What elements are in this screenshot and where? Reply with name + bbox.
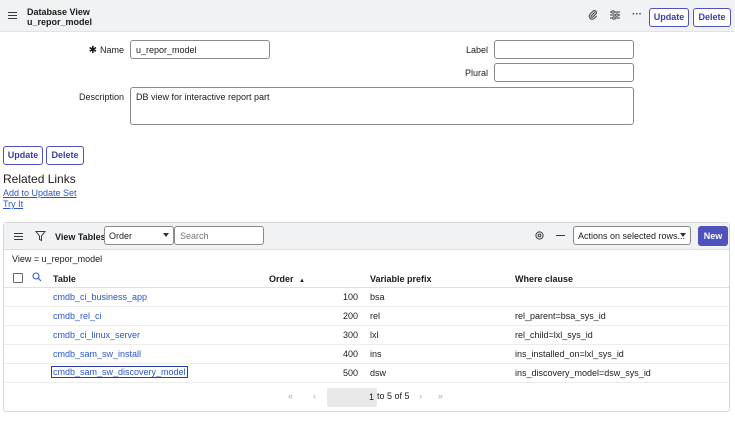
filter-icon[interactable] (34, 230, 47, 242)
order-cell: 500 (342, 368, 358, 378)
header-update-button[interactable]: Update (649, 8, 689, 27)
page-number-input[interactable]: 1 (327, 388, 377, 407)
prefix-cell: bsa (370, 292, 385, 302)
form-title: Database View (27, 7, 90, 17)
paperclip-icon[interactable] (586, 9, 600, 23)
sort-ascending-icon: ▲ (299, 278, 305, 284)
required-asterisk-icon: ✱ (88, 45, 97, 56)
table-link[interactable]: cmdb_ci_linux_server (53, 330, 140, 340)
prefix-cell: rel (370, 311, 381, 321)
order-cell: 200 (342, 311, 358, 321)
form-subtitle: u_repor_model (27, 17, 93, 27)
search-icon[interactable] (32, 272, 42, 282)
table-row: cmdb_rel_ci 200 rel rel_parent=bsa_sys_i… (4, 307, 729, 326)
where-cell: ins_discovery_model=dsw_sys_id (515, 368, 651, 378)
actions-select[interactable]: Actions on selected rows... (573, 226, 691, 245)
column-header-order[interactable]: Order ▲ (269, 274, 305, 284)
form-header: Database View u_repor_model ··· Update D… (0, 0, 735, 32)
prev-page-icon[interactable]: ‹ (313, 391, 316, 401)
prefix-cell: dsw (370, 368, 387, 378)
prefix-cell: lxl (370, 330, 379, 340)
prefix-cell: ins (370, 349, 382, 359)
search-field-value: Order (109, 231, 133, 241)
name-label: ✱ Name (88, 45, 124, 56)
table-link[interactable]: cmdb_sam_sw_discovery_model (51, 366, 188, 378)
header-delete-button[interactable]: Delete (693, 8, 731, 27)
list-toolbar: View Tables Order Actions on selected ro… (4, 223, 729, 250)
column-header-variable-prefix[interactable]: Variable prefix (370, 274, 432, 284)
where-cell: rel_child=lxl_sys_id (515, 330, 593, 340)
select-all-checkbox[interactable] (13, 273, 23, 283)
breadcrumb[interactable]: View = u_repor_model (12, 254, 102, 264)
gear-icon[interactable] (534, 230, 545, 241)
search-field-select[interactable]: Order (104, 226, 174, 245)
minimize-icon[interactable] (556, 235, 565, 237)
table-row: cmdb_sam_sw_discovery_model 500 dsw ins_… (4, 364, 729, 383)
label-field[interactable] (494, 40, 634, 59)
column-header-where-clause[interactable]: Where clause (515, 274, 573, 284)
chevron-down-icon (163, 233, 169, 237)
table-row: cmdb_sam_sw_install 400 ins ins_installe… (4, 345, 729, 364)
pager-range-text: to 5 of 5 (377, 391, 410, 401)
list-menu-icon[interactable] (14, 233, 23, 241)
settings-sliders-icon[interactable] (608, 9, 622, 23)
table-link[interactable]: cmdb_rel_ci (53, 311, 102, 321)
column-header-order-label: Order (269, 274, 294, 284)
chevron-down-icon (680, 233, 686, 237)
first-page-icon[interactable]: « (288, 391, 293, 401)
order-cell: 400 (342, 349, 358, 359)
description-field[interactable]: DB view for interactive report part (130, 87, 634, 125)
view-tables-list: View Tables Order Actions on selected ro… (3, 222, 730, 412)
order-cell: 300 (342, 330, 358, 340)
plural-field[interactable] (494, 63, 634, 82)
last-page-icon[interactable]: » (438, 391, 443, 401)
more-icon[interactable]: ··· (630, 9, 644, 23)
plural-label: Plural (464, 68, 488, 78)
label-label: Label (465, 45, 488, 55)
order-cell: 100 (342, 292, 358, 302)
table-row: cmdb_ci_business_app 100 bsa (4, 288, 729, 307)
where-cell: ins_installed_on=lxl_sys_id (515, 349, 624, 359)
column-header-table[interactable]: Table (53, 274, 76, 284)
update-button[interactable]: Update (3, 146, 43, 165)
related-links-title: Related Links (3, 172, 76, 186)
delete-button[interactable]: Delete (46, 146, 84, 165)
where-cell: rel_parent=bsa_sys_id (515, 311, 606, 321)
new-button[interactable]: New (698, 226, 728, 246)
table-link[interactable]: cmdb_sam_sw_install (53, 349, 141, 359)
list-title: View Tables (55, 232, 106, 242)
table-row: cmdb_ci_linux_server 300 lxl rel_child=l… (4, 326, 729, 345)
hamburger-icon[interactable] (8, 12, 17, 20)
add-to-update-set-link[interactable]: Add to Update Set (3, 188, 77, 198)
search-input[interactable] (174, 226, 264, 245)
name-field[interactable]: u_repor_model (130, 40, 270, 59)
next-page-icon[interactable]: › (419, 391, 422, 401)
table-link[interactable]: cmdb_ci_business_app (53, 292, 147, 302)
try-it-link[interactable]: Try It (3, 199, 23, 209)
actions-select-value: Actions on selected rows... (578, 231, 686, 241)
description-label: Description (78, 92, 124, 102)
